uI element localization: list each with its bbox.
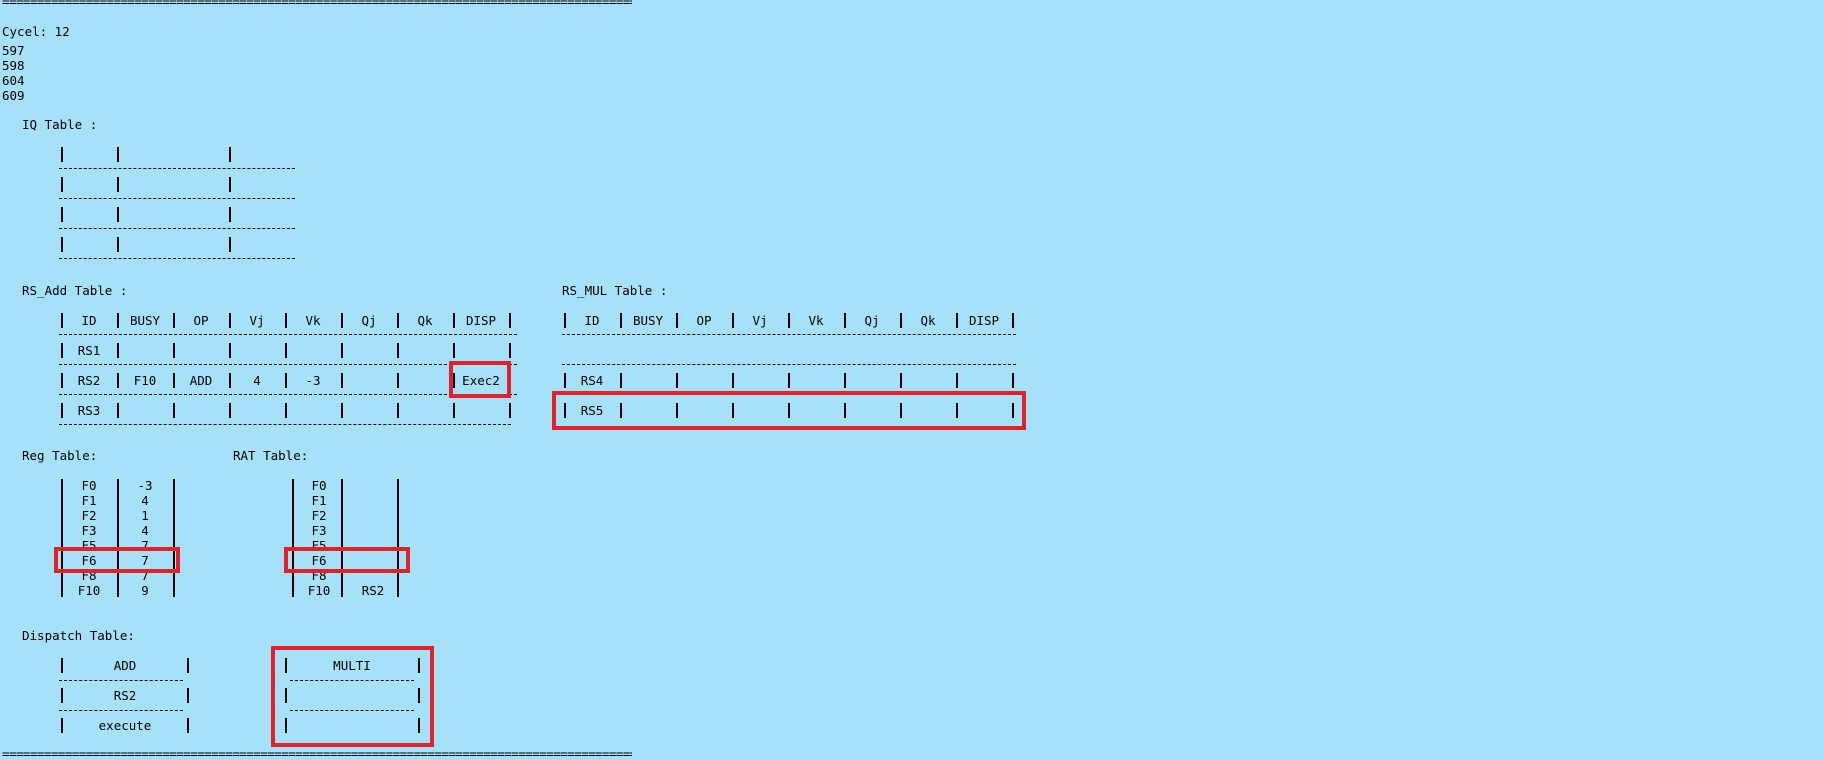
rs-mul-table-title: RS_MUL Table : (562, 283, 668, 298)
table-row: F0 (311, 478, 327, 493)
table-row: F2 (311, 508, 327, 523)
header-cell: Qj (864, 313, 880, 328)
rs5-highlight-box (552, 391, 1026, 430)
header-cell: OP (696, 313, 712, 328)
table-row: F1 (311, 493, 327, 508)
header-cell: Vj (249, 313, 265, 328)
header-cell: Vk (808, 313, 824, 328)
header-cell: BUSY (632, 313, 664, 328)
header-cell: Vj (752, 313, 768, 328)
counter-line: 597 (2, 43, 25, 58)
header-cell: Qk (920, 313, 936, 328)
header-cell: DISP (968, 313, 1000, 328)
table-row: ADD (113, 658, 137, 673)
header-cell: BUSY (129, 313, 161, 328)
multi-highlight-box (271, 646, 434, 747)
header-cell: Vk (305, 313, 321, 328)
rs-add-header-row: ID BUSY OP Vj Vk Qj Qk DISP (61, 313, 517, 328)
header-cell: Qk (417, 313, 433, 328)
counter-line: 598 (2, 58, 25, 73)
table-row: execute (98, 718, 152, 733)
cycle-label: Cycel: 12 (2, 24, 70, 39)
iq-table-title: IQ Table : (22, 117, 98, 132)
rs-mul-header-row: ID BUSY OP Vj Vk Qj Qk DISP (564, 313, 1020, 328)
header-cell: OP (193, 313, 209, 328)
bottom-separator-rule: ========================================… (2, 752, 632, 757)
reg-table-title: Reg Table: (22, 448, 98, 463)
table-row: RS1 (77, 343, 101, 358)
table-row: F10 RS2 (307, 583, 385, 598)
table-row: RS3 (77, 403, 101, 418)
table-row: RS2 (113, 688, 137, 703)
table-row: RS4 (580, 373, 604, 388)
rs-add-table-title: RS_Add Table : (22, 283, 128, 298)
header-cell: ID (584, 313, 600, 328)
rat-f6-highlight-box (284, 547, 410, 573)
dispatch-table-title: Dispatch Table: (22, 628, 135, 643)
counter-line: 604 (2, 73, 25, 88)
header-cell: Qj (361, 313, 377, 328)
header-cell: DISP (465, 313, 497, 328)
counter-line: 609 (2, 88, 25, 103)
reg-f6-highlight-box (54, 547, 180, 573)
exec2-highlight-box (449, 361, 511, 398)
top-separator-rule: ========================================… (2, 0, 632, 5)
rat-table-title: RAT Table: (233, 448, 309, 463)
header-cell: ID (81, 313, 97, 328)
table-row: F3 (311, 523, 327, 538)
